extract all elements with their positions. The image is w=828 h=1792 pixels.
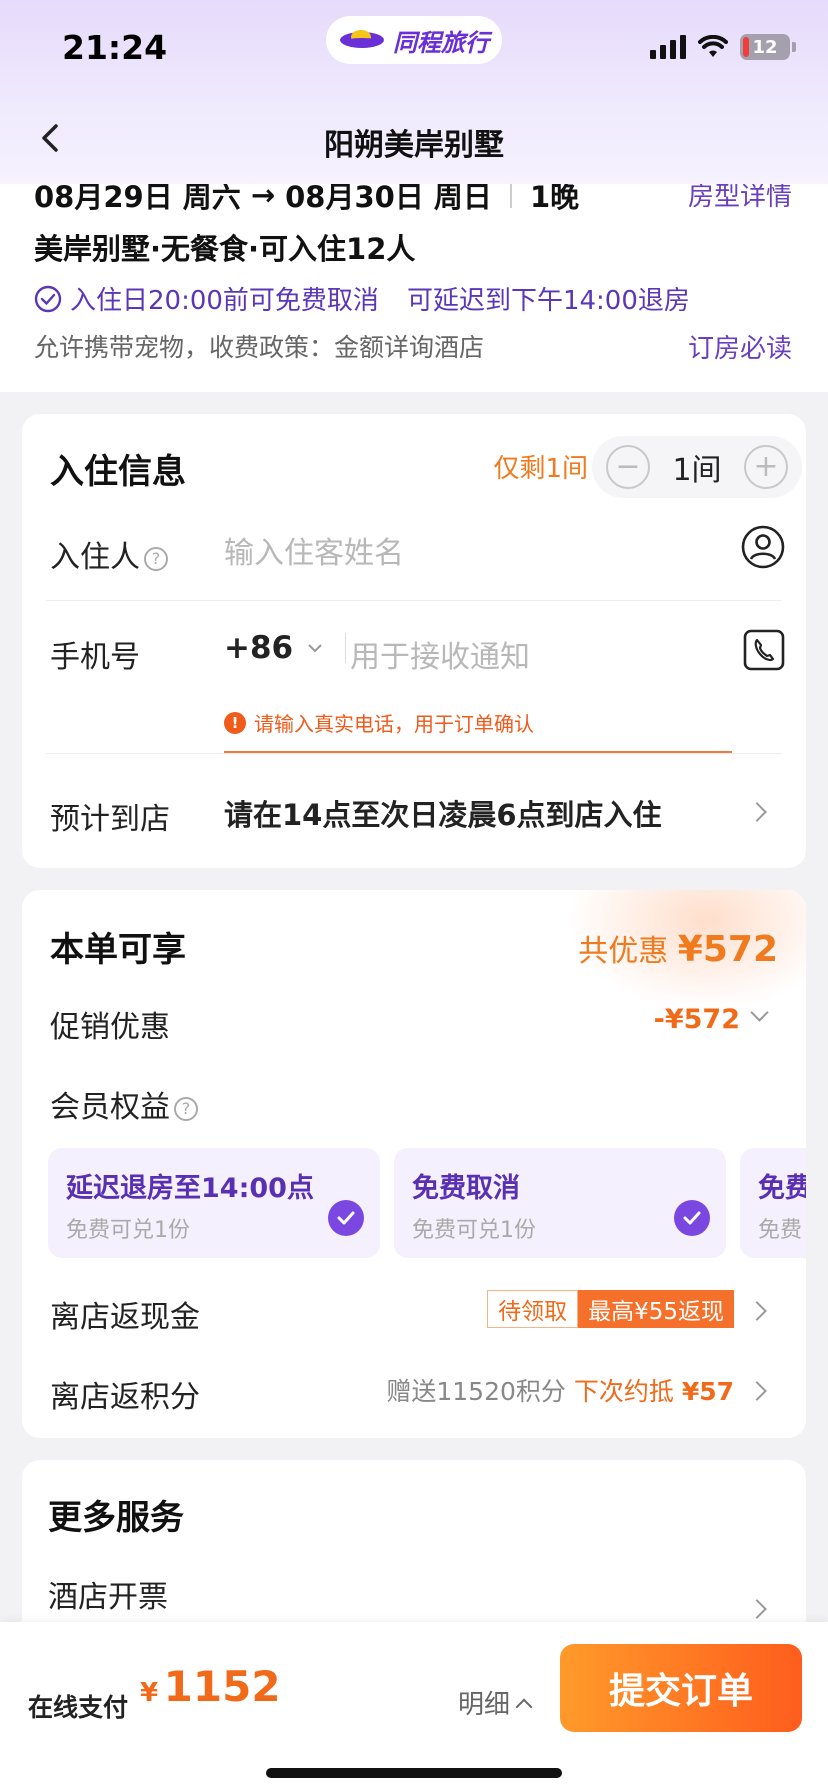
phone-warning: ! 请输入真实电话，用于订单确认: [224, 708, 534, 737]
chevron-right-icon[interactable]: [747, 1301, 767, 1321]
benefits-title: 本单可享: [50, 930, 186, 970]
phone-input[interactable]: 用于接收通知: [350, 632, 530, 676]
chevron-up-icon: [515, 1698, 533, 1715]
guest-info-title: 入住信息: [50, 452, 186, 492]
points-label: 离店返积分: [50, 1380, 200, 1415]
points-info[interactable]: 赠送11520积分 下次约抵 ¥57: [386, 1372, 734, 1408]
page-title: 阳朔美岸别墅: [324, 128, 504, 163]
amount: 1152: [163, 1662, 281, 1711]
divider: [46, 753, 782, 754]
chevron-down-icon: [308, 644, 322, 653]
help-icon[interactable]: ?: [174, 1096, 198, 1121]
benefit-title: 免费取消: [412, 1173, 520, 1204]
cashback-label: 离店返现金: [50, 1300, 200, 1335]
brand-name: 同程旅行: [393, 28, 489, 57]
battery-level: 12: [752, 36, 778, 58]
member-benefit-card[interactable]: 免费取消 免费可兑1份: [394, 1148, 726, 1258]
points-next: 下次约抵: [573, 1377, 682, 1406]
member-benefit-card[interactable]: 免费 免费: [740, 1148, 806, 1258]
status-time: 21:24: [62, 28, 168, 67]
country-code-select[interactable]: +86: [224, 630, 347, 666]
currency: ¥: [140, 1678, 159, 1708]
total-discount-amount: ¥572: [677, 929, 778, 970]
battery-icon: 12: [740, 34, 790, 60]
wifi-icon: [698, 35, 728, 57]
member-label: 会员权益?: [50, 1082, 198, 1126]
pay-amount: ¥ 1152: [140, 1662, 281, 1711]
benefit-sub: 免费可兑1份: [66, 1218, 190, 1243]
cashback-status: 待领取: [487, 1290, 579, 1328]
booking-summary: 08月29日 周六 → 08月30日 周日 1晚 房型详情 美岸别墅·无餐食·可…: [0, 160, 828, 392]
rooms-left-badge: 仅剩1间: [493, 454, 588, 484]
check-icon: [328, 1200, 364, 1236]
invoice-label[interactable]: 酒店开票: [48, 1572, 168, 1616]
room-count: 1间: [672, 453, 722, 488]
benefit-sub: 免费可兑1份: [412, 1218, 536, 1243]
arrival-time[interactable]: 请在14点至次日凌晨6点到店入住: [224, 792, 662, 834]
benefits-card: 本单可享 共优惠 ¥572 促销优惠 -¥572 会员权益? 延迟退房至14:0…: [22, 890, 806, 1438]
cancel-policy: 入住日20:00前可免费取消 可延迟到下午14:00退房: [34, 280, 690, 317]
promo-value[interactable]: -¥572: [654, 1004, 740, 1035]
free-cancel-text: 入住日20:00前可免费取消: [70, 286, 379, 316]
member-benefit-card[interactable]: 延迟退房至14:00点 免费可兑1份: [48, 1148, 380, 1258]
bottom-pay-bar: 在线支付 ¥ 1152 明细 提交订单: [0, 1622, 828, 1792]
phone-book-icon[interactable]: [742, 628, 786, 672]
arrival-label: 预计到店: [50, 802, 170, 837]
country-code: +86: [224, 630, 294, 666]
help-icon[interactable]: ?: [144, 546, 168, 571]
benefit-title: 延迟退房至14:00点: [66, 1173, 314, 1204]
chevron-right-icon[interactable]: [747, 802, 767, 822]
benefit-title: 免费: [758, 1173, 806, 1204]
room-count-stepper: − 1间 +: [592, 436, 802, 498]
home-indicator: [266, 1768, 562, 1778]
total-discount: 共优惠 ¥572: [578, 926, 778, 970]
signal-icon: [650, 35, 686, 59]
member-label-text: 会员权益: [50, 1090, 170, 1125]
divider: [46, 600, 782, 601]
check-circle-icon: [34, 285, 62, 312]
promo-label: 促销优惠: [50, 1010, 170, 1045]
late-checkout-text: 可延迟到下午14:00退房: [406, 286, 690, 316]
price-detail-button[interactable]: 明细: [458, 1684, 533, 1721]
must-read-link[interactable]: 订房必读: [688, 328, 792, 365]
brand-logo: 同程旅行: [326, 16, 502, 64]
price-detail-label: 明细: [458, 1690, 511, 1720]
cashback-max: 最高¥55返现: [578, 1290, 734, 1328]
points-value: ¥57: [681, 1377, 734, 1406]
guest-label-text: 入住人: [50, 540, 140, 575]
phone-label: 手机号: [50, 640, 140, 675]
guest-label: 入住人?: [50, 532, 168, 576]
total-discount-label: 共优惠: [578, 934, 678, 969]
pet-policy: 允许携带宠物，收费政策：金额详询酒店: [34, 333, 485, 362]
room-description: 美岸别墅·无餐食·可入住12人: [34, 232, 416, 266]
minus-button[interactable]: −: [606, 445, 650, 489]
benefit-sub: 免费: [758, 1218, 803, 1243]
phone-warning-text: 请输入真实电话，用于订单确认: [254, 712, 534, 736]
brand-ufo-icon: [340, 30, 384, 48]
chevron-right-icon[interactable]: [747, 1599, 767, 1619]
cashback-badge[interactable]: 待领取 最高¥55返现: [487, 1290, 734, 1328]
contact-person-icon[interactable]: [740, 524, 786, 570]
status-icons: 12: [650, 34, 796, 60]
more-services-title: 更多服务: [48, 1498, 184, 1538]
guest-name-input[interactable]: 输入住客姓名: [224, 528, 404, 572]
divider: [509, 182, 512, 208]
points-give: 赠送11520积分: [386, 1377, 574, 1406]
check-icon: [674, 1200, 710, 1236]
pay-label: 在线支付: [28, 1693, 129, 1722]
chevron-right-icon[interactable]: [747, 1381, 767, 1401]
submit-order-button[interactable]: 提交订单: [560, 1644, 802, 1732]
header: 21:24 同程旅行 12 阳朔美岸别墅: [0, 0, 828, 184]
warning-icon: !: [224, 711, 246, 734]
guest-info-card: 入住信息 仅剩1间 − 1间 + 入住人? 输入住客姓名 手机号 +86 用于接…: [22, 414, 806, 868]
plus-button[interactable]: +: [744, 445, 788, 489]
